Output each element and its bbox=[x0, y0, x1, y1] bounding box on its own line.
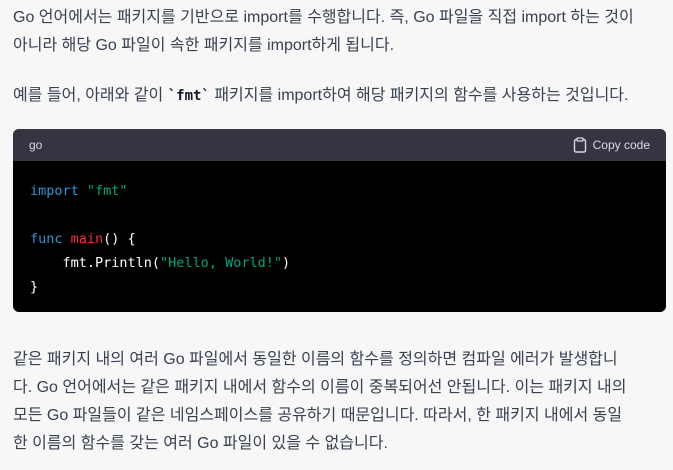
intro-line-1: Go 언어에서는 패키지를 기반으로 import를 수행합니다. 즉, Go … bbox=[13, 9, 634, 26]
clipboard-icon bbox=[573, 137, 587, 153]
explanation-paragraph: 같은 패키지 내의 여러 Go 파일에서 동일한 이름의 함수를 정의하면 컴파… bbox=[13, 346, 627, 458]
example-text-before: 예를 들어, 아래와 같이 bbox=[13, 87, 168, 104]
code-body: import "fmt" func main() { fmt.Println("… bbox=[13, 161, 666, 299]
code-closing-brace: } bbox=[30, 279, 39, 295]
code-line: import "fmt" bbox=[30, 179, 649, 203]
example-paragraph: 예를 들어, 아래와 같이 `fmt` 패키지를 import하여 해당 패키지… bbox=[13, 82, 628, 110]
code-punctuation: ) bbox=[281, 255, 291, 271]
code-line: func main() { bbox=[30, 227, 649, 251]
explanation-line-3: 모든 Go 파일들이 같은 네임스페이스를 공유하기 때문입니다. 따라서, 한… bbox=[13, 407, 623, 424]
example-text-after: 패키지를 import하여 해당 패키지의 함수를 사용하는 것입니다. bbox=[209, 87, 629, 104]
code-block: go Copy code import "fmt" func main() { … bbox=[13, 129, 666, 312]
inline-code-fmt: `fmt` bbox=[167, 88, 210, 104]
code-punctuation: () { bbox=[103, 231, 136, 247]
intro-paragraph: Go 언어에서는 패키지를 기반으로 import를 수행합니다. 즉, Go … bbox=[13, 4, 634, 60]
explanation-line-4: 한 이름의 함수를 갖는 여러 Go 파일이 있을 수 없습니다. bbox=[13, 435, 388, 452]
code-language-label: go bbox=[29, 138, 43, 152]
code-keyword: import bbox=[30, 183, 79, 199]
code-string: "Hello, World!" bbox=[160, 255, 282, 271]
code-header: go Copy code bbox=[13, 129, 666, 161]
copy-code-button[interactable]: Copy code bbox=[573, 137, 650, 153]
explanation-line-1: 같은 패키지 내의 여러 Go 파일에서 동일한 이름의 함수를 정의하면 컴파… bbox=[13, 351, 618, 368]
intro-line-2: 아니라 해당 Go 파일이 속한 패키지를 import하게 됩니다. bbox=[13, 37, 395, 54]
code-keyword: func bbox=[30, 231, 63, 247]
code-function-name: main bbox=[70, 231, 104, 247]
copy-code-label: Copy code bbox=[592, 138, 650, 152]
code-call: fmt.Println( bbox=[30, 255, 161, 271]
code-line: } bbox=[30, 275, 649, 299]
code-string: "fmt" bbox=[86, 183, 128, 199]
explanation-line-2: 다. Go 언어에서는 같은 패키지 내에서 함수의 이름이 중복되어선 안됩니… bbox=[13, 379, 627, 396]
code-line: fmt.Println("Hello, World!") bbox=[30, 251, 649, 275]
